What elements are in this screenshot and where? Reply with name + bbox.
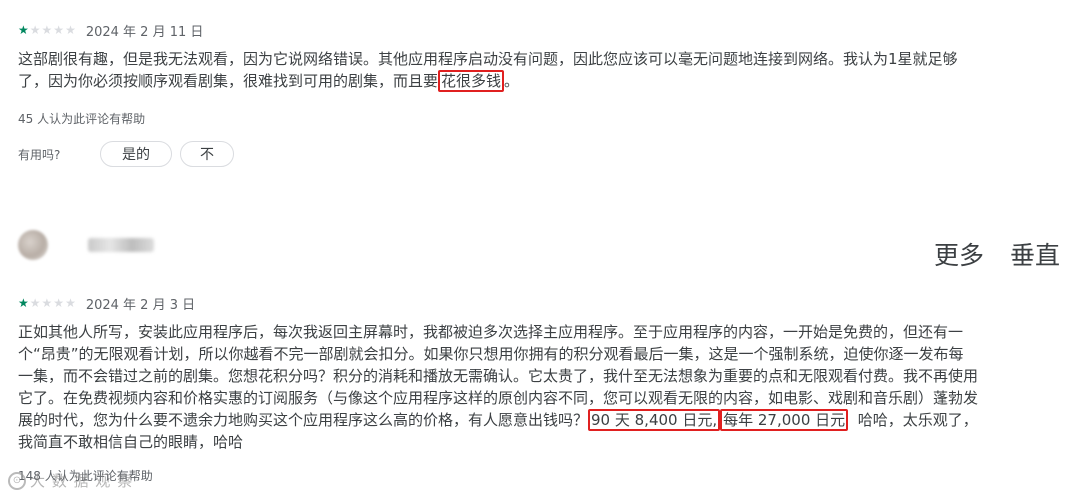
star-empty-icon: ★ [29, 296, 41, 310]
review-card-1: ★ ★ ★ ★ ★ 2024 年 2 月 11 日 这部剧很有趣，但是我无法观看… [18, 22, 978, 167]
review-date: 2024 年 2 月 3 日 [85, 297, 196, 313]
highlighted-text: 90 天 8,400 日元, [588, 409, 721, 431]
highlighted-text: 每年 27,000 日元 [720, 409, 849, 431]
review-date: 2024 年 2 月 11 日 [85, 24, 204, 40]
watermark: ⊙ 大 数 据 观 察 [8, 470, 133, 491]
star-empty-icon: ★ [53, 23, 65, 37]
helpful-question: 有用吗? [18, 147, 61, 162]
helpful-count: 148 人认为此评论有帮助 [18, 469, 153, 483]
star-empty-icon: ★ [65, 296, 76, 310]
helpful-vote-row: 有用吗? 是的 不 [18, 141, 978, 167]
star-empty-icon: ★ [65, 23, 76, 37]
more-link[interactable]: 更多 [934, 236, 984, 272]
watermark-text: 大 数 据 观 察 [30, 472, 134, 490]
header-actions: 更多 垂直 [934, 236, 1060, 272]
star-rating: ★ ★ ★ ★ ★ [18, 295, 76, 311]
avatar [18, 230, 48, 260]
star-rating: ★ ★ ★ ★ ★ [18, 22, 76, 38]
star-filled-icon: ★ [18, 23, 29, 37]
watermark-logo-icon: ⊙ [8, 471, 26, 490]
review-meta: ★ ★ ★ ★ ★ 2024 年 2 月 3 日 [18, 295, 978, 313]
reviewer-header [18, 230, 154, 260]
star-filled-icon: ★ [18, 296, 29, 310]
vertical-link[interactable]: 垂直 [1010, 236, 1060, 272]
star-empty-icon: ★ [29, 23, 41, 37]
star-empty-icon: ★ [41, 23, 53, 37]
review-text: 正如其他人所写，安装此应用程序后，每次我返回主屏幕时，我都被迫多次选择主应用程序… [18, 321, 978, 453]
vote-no-button[interactable]: 不 [180, 141, 234, 167]
vote-yes-button[interactable]: 是的 [100, 141, 172, 167]
review-text-part: 。 [504, 72, 520, 90]
review-card-2: ★ ★ ★ ★ ★ 2024 年 2 月 3 日 正如其他人所写，安装此应用程序… [18, 295, 978, 484]
star-empty-icon: ★ [53, 296, 65, 310]
review-meta: ★ ★ ★ ★ ★ 2024 年 2 月 11 日 [18, 22, 978, 40]
review-text: 这部剧很有趣，但是我无法观看，因为它说网络错误。其他应用程序启动没有问题，因此您… [18, 48, 978, 92]
highlighted-text: 花很多钱 [438, 70, 505, 92]
star-empty-icon: ★ [41, 296, 53, 310]
helpful-count: 45 人认为此评论有帮助 [18, 112, 146, 126]
reviewer-name-blurred [88, 238, 154, 252]
